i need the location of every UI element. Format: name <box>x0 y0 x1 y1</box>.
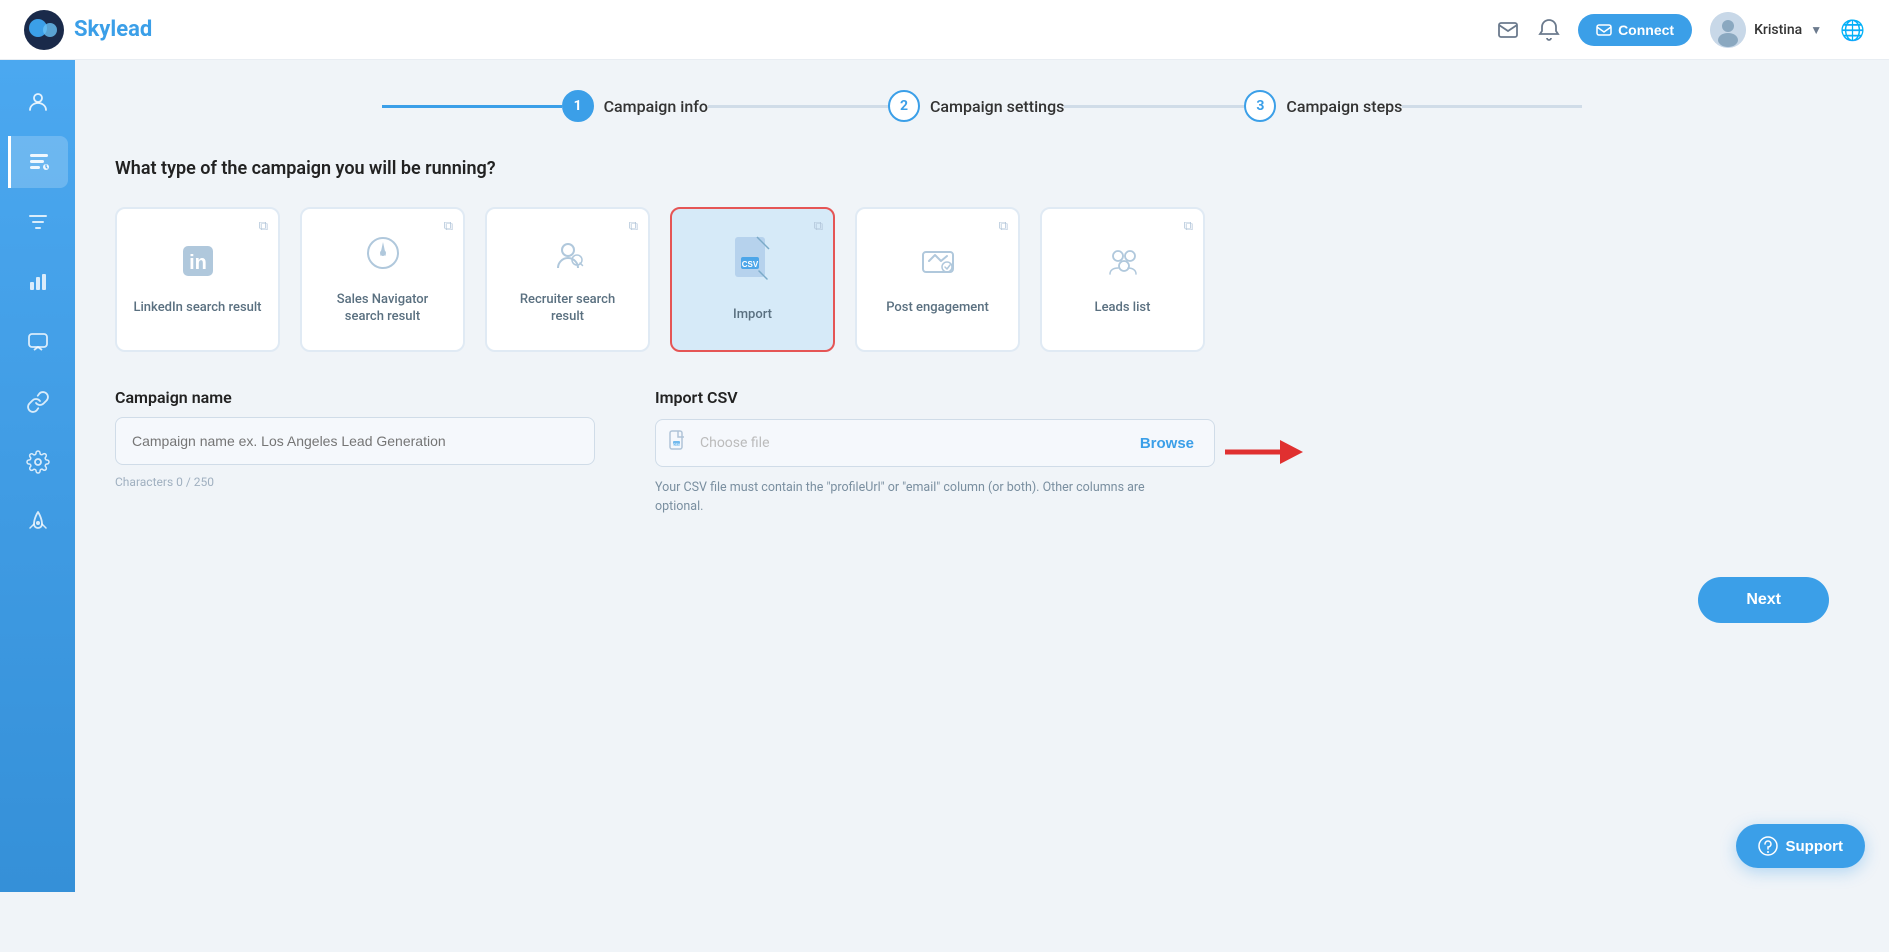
step-3-circle: 3 <box>1244 90 1276 122</box>
logo-text: Skylead <box>74 17 152 42</box>
stepper: 1 Campaign info 2 Campaign settings 3 Ca… <box>115 90 1849 122</box>
svg-text:in: in <box>189 252 207 274</box>
campaign-name-section: Campaign name Characters 0 / 250 <box>115 388 595 489</box>
svg-text:CSV: CSV <box>741 260 758 269</box>
mail-button[interactable] <box>1496 18 1520 42</box>
step-2-label: Campaign settings <box>930 97 1064 116</box>
svg-text:CSV: CSV <box>673 443 681 447</box>
ext-icon-sales-nav: ⧉ <box>444 219 453 234</box>
sidebar-item-links[interactable] <box>12 376 64 428</box>
logo-area[interactable]: Skylead <box>24 10 152 50</box>
step-1: 1 Campaign info <box>562 90 708 122</box>
bottom-section: Campaign name Characters 0 / 250 Import … <box>115 388 1849 517</box>
card-leads-list-label: Leads list <box>1095 300 1151 317</box>
import-csv-label: Import CSV <box>655 388 1215 407</box>
sales-nav-icon <box>364 234 402 280</box>
next-button-row: Next <box>115 577 1849 623</box>
campaign-name-label: Campaign name <box>115 388 595 407</box>
sidebar-item-messages[interactable] <box>12 316 64 368</box>
ext-icon-leads: ⧉ <box>1184 219 1193 234</box>
dropdown-icon: ▼ <box>1810 23 1822 37</box>
card-recruiter[interactable]: ⧉ Recruiter search result <box>485 207 650 352</box>
card-import-label: Import <box>733 307 772 324</box>
step-line-3 <box>1064 105 1244 108</box>
leads-list-icon <box>1104 242 1142 288</box>
campaign-type-question: What type of the campaign you will be ru… <box>115 158 1849 179</box>
main-content: 1 Campaign info 2 Campaign settings 3 Ca… <box>75 60 1889 892</box>
post-engagement-icon <box>919 242 957 288</box>
ext-icon-post: ⧉ <box>999 219 1008 234</box>
char-count: Characters 0 / 250 <box>115 475 595 489</box>
nav-right: Connect Kristina ▼ 🌐 <box>1496 12 1865 48</box>
campaign-type-cards: ⧉ in LinkedIn search result ⧉ Sales Navi… <box>115 207 1849 352</box>
sidebar-item-campaigns[interactable] <box>8 136 68 188</box>
card-sales-nav-label: Sales Navigator search result <box>318 292 447 326</box>
file-placeholder: Choose file <box>700 435 1120 451</box>
card-import[interactable]: ⧉ CSV Import <box>670 207 835 352</box>
step-3: 3 Campaign steps <box>1244 90 1402 122</box>
support-label: Support <box>1786 838 1844 855</box>
ext-icon-import: ⧉ <box>814 219 823 234</box>
card-linkedin[interactable]: ⧉ in LinkedIn search result <box>115 207 280 352</box>
step-3-label: Campaign steps <box>1286 97 1402 116</box>
card-linkedin-label: LinkedIn search result <box>133 300 261 317</box>
connect-label: Connect <box>1618 22 1674 38</box>
sidebar-item-contacts[interactable] <box>12 76 64 128</box>
step-1-circle: 1 <box>562 90 594 122</box>
step-2: 2 Campaign settings <box>888 90 1064 122</box>
step-1-label: Campaign info <box>604 97 708 116</box>
csv-hint: Your CSV file must contain the "profileU… <box>655 479 1195 517</box>
import-csv-section: Import CSV CSV Choose file Browse Your C… <box>655 388 1215 517</box>
card-sales-nav[interactable]: ⧉ Sales Navigator search result <box>300 207 465 352</box>
step-line-2 <box>708 105 888 108</box>
sidebar-item-launch[interactable] <box>12 496 64 548</box>
sidebar-item-analytics[interactable] <box>12 256 64 308</box>
step-2-circle: 2 <box>888 90 920 122</box>
next-button[interactable]: Next <box>1698 577 1829 623</box>
card-post-engagement-label: Post engagement <box>886 300 989 317</box>
sidebar-item-settings[interactable] <box>12 436 64 488</box>
campaign-name-input[interactable] <box>115 417 595 465</box>
browse-button[interactable]: Browse <box>1120 420 1214 466</box>
file-icon: CSV <box>656 430 700 457</box>
ext-icon-recruiter: ⧉ <box>629 219 638 234</box>
card-recruiter-label: Recruiter search result <box>503 292 632 326</box>
topnav: Skylead Connect Kristina ▼ 🌐 <box>0 0 1889 60</box>
file-input-row: CSV Choose file Browse <box>655 419 1215 467</box>
globe-icon: 🌐 <box>1840 18 1865 42</box>
card-post-engagement[interactable]: ⧉ Post engagement <box>855 207 1020 352</box>
recruiter-icon <box>549 234 587 280</box>
red-arrow-indicator <box>1225 436 1305 468</box>
support-button[interactable]: Support <box>1736 824 1866 868</box>
connect-button[interactable]: Connect <box>1578 14 1692 46</box>
sidebar-item-filter[interactable] <box>12 196 64 248</box>
bell-button[interactable] <box>1538 18 1560 42</box>
user-area[interactable]: Kristina ▼ <box>1710 12 1822 48</box>
card-leads-list[interactable]: ⧉ Leads list <box>1040 207 1205 352</box>
avatar <box>1710 12 1746 48</box>
linkedin-icon: in <box>179 242 217 288</box>
sidebar <box>0 60 75 892</box>
ext-icon-linkedin: ⧉ <box>259 219 268 234</box>
import-icon: CSV <box>731 235 775 295</box>
user-name: Kristina <box>1754 22 1802 38</box>
logo-icon <box>24 10 64 50</box>
step-line-4 <box>1402 105 1582 108</box>
step-line-1 <box>382 105 562 108</box>
